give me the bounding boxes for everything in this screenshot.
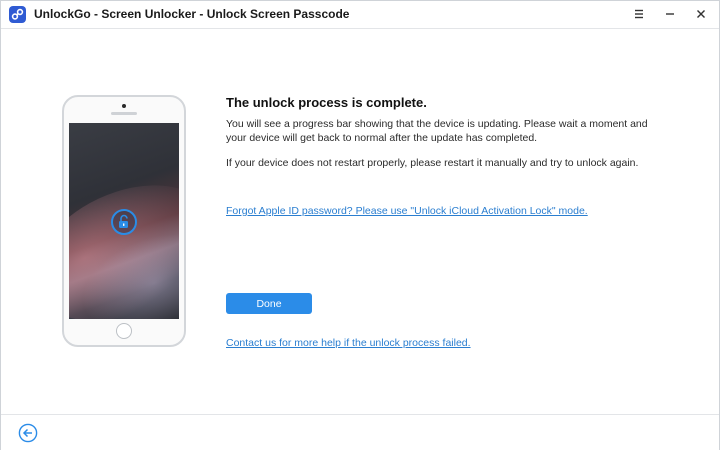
done-button[interactable]: Done xyxy=(226,293,312,314)
contact-support-link[interactable]: Contact us for more help if the unlock p… xyxy=(226,337,471,349)
forgot-apple-id-link[interactable]: Forgot Apple ID password? Please use "Un… xyxy=(226,205,588,217)
phone-camera xyxy=(122,104,126,108)
minimize-icon[interactable] xyxy=(661,5,679,23)
phone-screen xyxy=(69,123,179,319)
main-content: The unlock process is complete. You will… xyxy=(1,29,719,414)
phone-home-button xyxy=(116,323,132,339)
window-title: UnlockGo - Screen Unlocker - Unlock Scre… xyxy=(34,7,350,21)
footer-bar xyxy=(1,414,719,450)
restart-info-text: If your device does not restart properly… xyxy=(226,157,639,169)
phone-speaker xyxy=(111,112,137,115)
phone-illustration xyxy=(62,95,186,347)
title-bar: UnlockGo - Screen Unlocker - Unlock Scre… xyxy=(1,1,719,29)
close-icon[interactable] xyxy=(692,5,710,23)
page-heading: The unlock process is complete. xyxy=(226,95,427,110)
back-arrow-icon[interactable] xyxy=(18,423,38,443)
unlocked-padlock-icon xyxy=(111,209,137,235)
update-info-text: You will see a progress bar showing that… xyxy=(226,118,648,144)
app-window: UnlockGo - Screen Unlocker - Unlock Scre… xyxy=(0,0,720,450)
menu-icon[interactable] xyxy=(630,5,648,23)
unlockgo-logo-icon xyxy=(9,6,26,23)
